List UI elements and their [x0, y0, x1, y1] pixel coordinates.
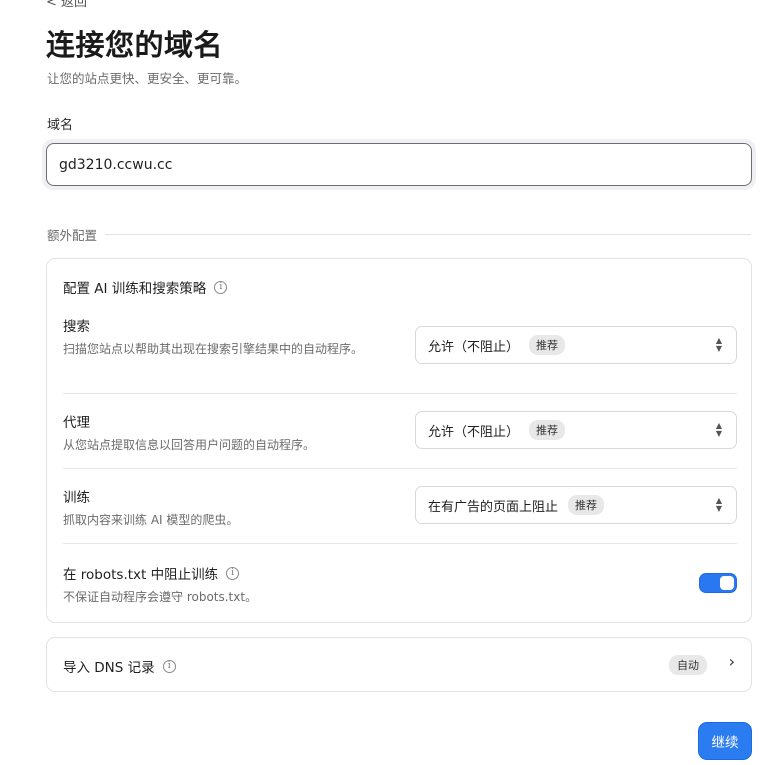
row-divider — [63, 543, 737, 544]
policy-row-desc: 从您站点提取信息以回答用户问题的自动程序。 — [63, 438, 316, 452]
extra-config-label: 额外配置 — [47, 227, 98, 243]
info-icon[interactable]: i — [162, 659, 176, 673]
ai-policy-title: 配置 AI 训练和搜索策略 i — [63, 277, 228, 297]
recommended-badge: 推荐 — [529, 420, 566, 440]
extra-config-header: 额外配置 — [47, 225, 751, 243]
search-policy-select[interactable]: 允许（不阻止） 推荐 ▲ ▼ — [415, 326, 737, 364]
info-icon[interactable]: i — [214, 280, 228, 294]
dns-label-text: 导入 DNS 记录 — [63, 660, 155, 676]
ai-policy-card: 配置 AI 训练和搜索策略 i 搜索 扫描您站点以帮助其出现在搜索引擎结果中的自… — [46, 258, 752, 623]
page: < 返回 连接您的域名 让您的站点更快、更安全、更可靠。 域名 gd3210.c… — [0, 0, 769, 765]
agent-policy-select[interactable]: 允许（不阻止） 推荐 ▲ ▼ — [415, 411, 737, 449]
domain-label: 域名 — [47, 118, 74, 133]
robots-title-text: 在 robots.txt 中阻止训练 — [63, 567, 219, 583]
select-value: 允许（不阻止） — [428, 339, 520, 355]
training-policy-select[interactable]: 在有广告的页面上阻止 推荐 ▲ ▼ — [415, 486, 737, 524]
robots-title: 在 robots.txt 中阻止训练 i — [63, 563, 737, 583]
import-dns-row[interactable]: 导入 DNS 记录 i 自动 › — [46, 637, 752, 692]
chevron-updown-icon: ▲ ▼ — [715, 496, 722, 513]
row-divider — [63, 468, 737, 469]
domain-field-wrapper: gd3210.ccwu.cc — [42, 139, 756, 190]
auto-badge: 自动 — [669, 655, 707, 675]
chevron-right-icon: › — [728, 652, 735, 671]
policy-row-desc: 抓取内容来训练 AI 模型的爬虫。 — [63, 513, 239, 527]
ai-policy-title-text: 配置 AI 训练和搜索策略 — [63, 281, 207, 297]
section-divider — [105, 233, 751, 235]
row-divider — [63, 393, 737, 394]
select-value: 允许（不阻止） — [428, 424, 520, 440]
page-title: 连接您的域名 — [46, 28, 224, 62]
chevron-updown-icon: ▲ ▼ — [715, 336, 722, 353]
chevron-updown-icon: ▲ ▼ — [715, 421, 722, 438]
robots-row: 在 robots.txt 中阻止训练 i 不保证自动程序会遵守 robots.t… — [63, 563, 737, 607]
policy-row-training: 训练 抓取内容来训练 AI 模型的爬虫。 在有广告的页面上阻止 推荐 ▲ ▼ — [63, 486, 737, 536]
dns-label: 导入 DNS 记录 i — [63, 656, 176, 676]
policy-row-search: 搜索 扫描您站点以帮助其出现在搜索引擎结果中的自动程序。 允许（不阻止） 推荐 … — [63, 315, 737, 381]
recommended-badge: 推荐 — [568, 495, 605, 515]
recommended-badge: 推荐 — [529, 335, 566, 355]
info-icon[interactable]: i — [226, 566, 240, 580]
back-link[interactable]: < 返回 — [46, 0, 87, 10]
policy-row-desc: 扫描您站点以帮助其出现在搜索引擎结果中的自动程序。 — [63, 342, 364, 356]
policy-row-agent: 代理 从您站点提取信息以回答用户问题的自动程序。 允许（不阻止） 推荐 ▲ ▼ — [63, 411, 737, 461]
continue-button[interactable]: 继续 — [698, 722, 752, 760]
robots-desc: 不保证自动程序会遵守 robots.txt。 — [63, 590, 258, 604]
domain-input[interactable]: gd3210.ccwu.cc — [46, 143, 752, 186]
toggle-knob — [720, 576, 734, 590]
page-subtitle: 让您的站点更快、更安全、更可靠。 — [47, 71, 248, 86]
robots-toggle[interactable] — [699, 573, 737, 593]
select-value: 在有广告的页面上阻止 — [428, 499, 559, 515]
